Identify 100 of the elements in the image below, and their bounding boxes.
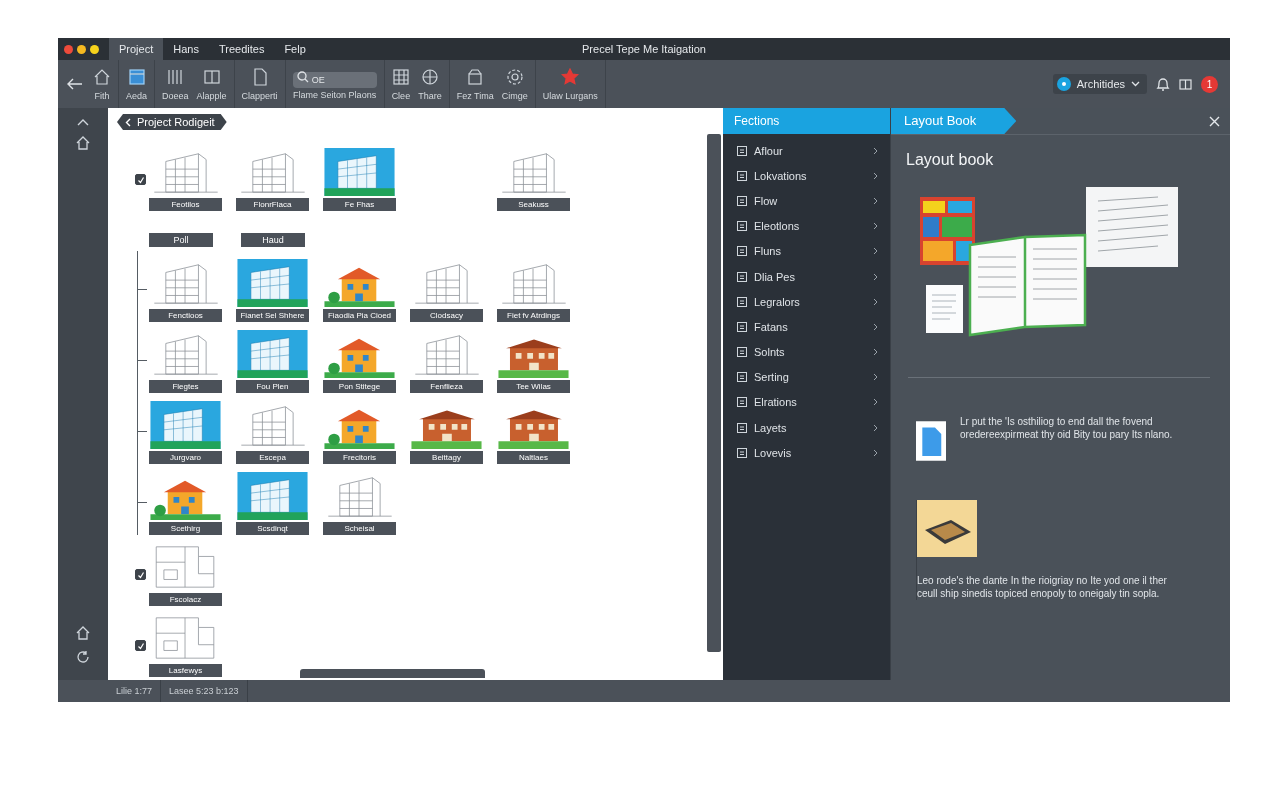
section-item[interactable]: Lovevis	[723, 440, 890, 466]
thumbnail-card[interactable]: Flegtes	[149, 330, 222, 393]
section-item[interactable]: Fatans	[723, 314, 890, 340]
document-icon	[736, 169, 748, 182]
menu-item[interactable]: Treedites	[208, 38, 275, 60]
thumbnail-card[interactable]: Frecitoris	[323, 401, 396, 464]
chevron-left-icon	[125, 117, 131, 127]
house-icon[interactable]	[76, 626, 90, 640]
thumbnail-card[interactable]: Beittagy	[410, 401, 483, 464]
section-item[interactable]: Aflour	[723, 138, 890, 164]
document-icon	[736, 220, 748, 233]
document-icon	[736, 295, 748, 308]
back-arrow-icon	[67, 78, 83, 90]
thumbnail-card[interactable]: Fenflieza	[410, 330, 483, 393]
checkbox[interactable]	[135, 640, 146, 651]
chevron-right-icon	[873, 398, 878, 407]
section-item[interactable]: Solnts	[723, 339, 890, 365]
toolbar-button[interactable]: Fith	[93, 67, 111, 101]
book-icon[interactable]	[1179, 78, 1192, 90]
document-icon	[736, 446, 748, 459]
group-label[interactable]: Poll	[149, 233, 213, 247]
toolbar-button[interactable]: Ulaw Lurgans	[542, 67, 598, 101]
group-label[interactable]: Haud	[241, 233, 305, 247]
menu-item[interactable]: Hans	[163, 38, 209, 60]
chevron-down-icon	[1131, 81, 1140, 87]
thumbnail-card[interactable]: Seakuss	[497, 148, 570, 211]
chevron-right-icon	[873, 448, 878, 457]
thumbnail-card[interactable]: Scsdinqt	[236, 472, 309, 535]
gear-icon	[505, 67, 524, 86]
thumbnail-card[interactable]: Scheisal	[323, 472, 396, 535]
thumbnail-card[interactable]: Fou Plen	[236, 330, 309, 393]
notification-badge[interactable]: 1	[1201, 75, 1218, 93]
toolbar-button[interactable]: Aeda	[126, 67, 148, 101]
circle-icon	[1056, 77, 1071, 91]
chevron-right-icon	[873, 423, 878, 432]
window-title: Precel Tepe Me Itaigation	[582, 43, 706, 55]
menu-item[interactable]: Project	[109, 38, 164, 60]
search-icon	[296, 70, 309, 83]
book-drawing	[917, 500, 977, 557]
chevron-up-icon[interactable]	[77, 118, 89, 126]
thumbnail-card[interactable]: Escepa	[236, 401, 309, 464]
thumbnail-card[interactable]: FlonrFlaca	[236, 148, 309, 211]
toolbar-button[interactable]: Alapple	[196, 67, 227, 101]
note-text: Leo rode's the dante In the rioigriay no Ite yod one il ther ceull ship sinedis topiced enopoly to oneigaly tin sopla.	[917, 575, 1167, 600]
breadcrumb-button[interactable]: Project Rodigeit	[117, 114, 227, 130]
thumbnail-card[interactable]: Clodsacy	[410, 259, 483, 322]
document-icon	[736, 421, 748, 434]
back-button[interactable]	[65, 78, 85, 90]
thumbnail-card[interactable]: Fscolacz	[149, 543, 222, 606]
section-item[interactable]: Elrations	[723, 389, 890, 416]
house-icon[interactable]	[76, 136, 90, 150]
section-item[interactable]: Legralors	[723, 289, 890, 315]
columns-icon	[166, 67, 185, 86]
workspace-dropdown[interactable]: Architides	[1052, 74, 1147, 94]
toolbar-button[interactable]: Thare	[418, 67, 442, 101]
section-item[interactable]: Lokvations	[723, 163, 890, 189]
search-field[interactable]: OE	[292, 71, 377, 88]
toolbar-button[interactable]: Doeea	[162, 67, 189, 101]
section-item[interactable]: Eleotlons	[723, 213, 890, 239]
thumbnail-card[interactable]: Naltlaes	[497, 401, 570, 464]
menu-item[interactable]: Felp	[274, 38, 316, 60]
close-icon[interactable]	[1209, 115, 1220, 127]
window-icon	[202, 67, 221, 86]
toolbar-button[interactable]: Clapperti	[241, 67, 278, 101]
chevron-right-icon	[873, 171, 878, 180]
chevron-right-icon	[873, 322, 878, 331]
toolbar-button[interactable]: Cimge	[501, 67, 528, 101]
toolbar-button[interactable]: Fez Tima	[456, 67, 494, 101]
checkbox[interactable]	[135, 174, 146, 185]
thumbnail-card[interactable]: Lasfewys	[149, 614, 222, 677]
section-item[interactable]: Layets	[723, 415, 890, 441]
close-dot-icon[interactable]	[64, 44, 73, 54]
minimize-dot-icon[interactable]	[77, 44, 86, 54]
thumbnail-card[interactable]: Pon Stitege	[323, 330, 396, 393]
thumbnail-card[interactable]: Tee Wilas	[497, 330, 570, 393]
section-item[interactable]: Fluns	[723, 238, 890, 264]
thumbnail-card[interactable]: Fiaodia Pia Cioed	[323, 259, 396, 322]
section-item[interactable]: Serting	[723, 364, 890, 390]
section-item[interactable]: Dlia Pes	[723, 263, 890, 290]
chevron-right-icon	[873, 222, 878, 231]
toolbar-button[interactable]: Clee	[391, 67, 411, 101]
thumbnail-card[interactable]: Fianet Sel Shhere	[236, 259, 309, 322]
thumbnail-card[interactable]: Fiet fv Atrdings	[497, 259, 570, 322]
document-icon	[736, 396, 748, 409]
chevron-right-icon	[873, 373, 878, 382]
bell-icon[interactable]	[1156, 76, 1170, 92]
refresh-icon[interactable]	[76, 650, 90, 664]
thumbnail-card[interactable]: Fenctioos	[149, 259, 222, 322]
thumbnail-card[interactable]: Fe Fhas	[323, 148, 396, 211]
vertical-scrollbar[interactable]	[707, 134, 721, 652]
thumbnail-card[interactable]: Scethirg	[149, 472, 222, 535]
thumbnail-card[interactable]: Feotilos	[149, 148, 222, 211]
maximize-dot-icon[interactable]	[90, 44, 99, 54]
horizontal-scrollbar[interactable]	[300, 669, 485, 678]
thumbnail-card[interactable]: Jurgvaro	[149, 401, 222, 464]
checkbox[interactable]	[135, 569, 146, 580]
section-item[interactable]: Flow	[723, 188, 890, 214]
document-icon	[736, 194, 748, 207]
box-icon	[466, 67, 485, 86]
house-icon	[93, 67, 111, 86]
